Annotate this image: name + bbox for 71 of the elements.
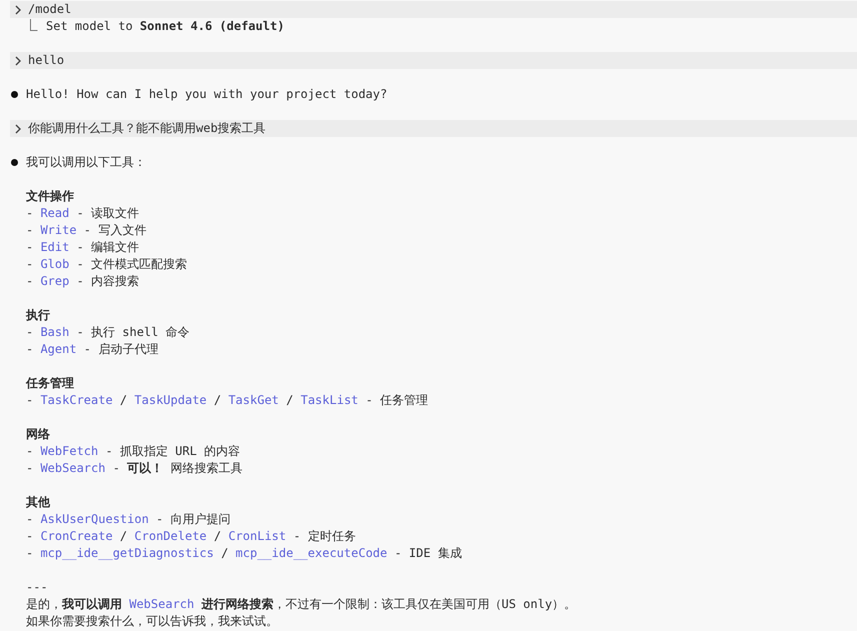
list-text: - xyxy=(26,240,34,254)
list-text: / xyxy=(220,546,230,560)
section-heading: 任务管理 xyxy=(26,375,75,392)
list-text: / xyxy=(118,529,128,543)
section-heading: 其他 xyxy=(26,494,51,511)
tool-name: Edit xyxy=(40,240,70,254)
prompt-text: /model xyxy=(28,1,72,18)
list-text: - xyxy=(26,512,34,526)
tool-name: Write xyxy=(40,223,77,237)
tool-name: TaskGet xyxy=(228,393,279,407)
tool-name: mcp__ide__getDiagnostics xyxy=(40,546,214,560)
chevron-icon xyxy=(14,4,22,14)
tool-name: WebSearch xyxy=(129,597,194,611)
list-text: / xyxy=(285,393,294,407)
section-heading: 网络 xyxy=(26,426,51,443)
closing-paragraph: 是的，我可以调用 WebSearch 进行网络搜索，不过有一个限制：该工具仅在美国可用（US only）。如果你需要搜索什么，可以告诉我，我来试试。 xyxy=(26,596,578,630)
tool-name: TaskUpdate xyxy=(134,393,207,407)
tool-name: TaskCreate xyxy=(40,393,113,407)
list-text: - IDE 集成 xyxy=(393,546,462,560)
prompt-text: 你能调用什么工具？能不能调用web搜索工具 xyxy=(28,120,266,137)
tool-name: mcp__ide__executeCode xyxy=(236,546,388,560)
list-text: - xyxy=(26,274,34,288)
list-text: - 内容搜索 xyxy=(76,274,140,288)
list-text: - xyxy=(26,325,34,339)
list-text: - 抓取指定 URL 的内容 xyxy=(104,444,240,458)
tool-name: TaskList xyxy=(300,393,358,407)
tool-name: Grep xyxy=(40,274,70,288)
list-text: - xyxy=(26,444,34,458)
prompt-text: hello xyxy=(28,52,64,69)
list-text: - xyxy=(26,461,34,475)
list-text: - 编辑文件 xyxy=(76,240,140,254)
reply-text: 我可以调用以下工具： xyxy=(26,154,147,171)
chevron-icon xyxy=(14,124,22,134)
list-text: - xyxy=(26,393,34,407)
tool-name: WebFetch xyxy=(40,444,98,458)
section-heading: 文件操作 xyxy=(26,188,75,205)
tool-name: AskUserQuestion xyxy=(40,512,149,526)
command-result: Set model to Sonnet 4.6 (default) xyxy=(46,18,284,35)
list-text: - xyxy=(26,206,34,220)
list-text: - 启动子代理 xyxy=(82,342,158,356)
list-text: / xyxy=(118,393,128,407)
bullet-icon xyxy=(11,91,18,98)
list-text: - xyxy=(26,529,34,543)
bullet-icon xyxy=(11,159,18,166)
chevron-icon xyxy=(14,56,22,66)
list-text: / xyxy=(212,393,222,407)
list-text: - 向用户提问 xyxy=(155,512,231,526)
list-text: - xyxy=(26,257,34,271)
list-text: - 定时任务 xyxy=(292,529,356,543)
tool-name: CronCreate xyxy=(40,529,113,543)
list-text: - 执行 shell 命令 xyxy=(76,325,190,339)
corner-icon xyxy=(29,19,38,32)
tool-name: Bash xyxy=(40,325,70,339)
list-text: - xyxy=(26,546,34,560)
section-heading: 执行 xyxy=(26,307,51,324)
tool-name: WebSearch xyxy=(40,461,106,475)
tool-name: CronDelete xyxy=(134,529,207,543)
tool-name: CronList xyxy=(228,529,286,543)
tool-name: Agent xyxy=(40,342,77,356)
list-text: - xyxy=(26,223,34,237)
list-text: - 文件模式匹配搜索 xyxy=(76,257,188,271)
list-text: - 任务管理 xyxy=(364,393,428,407)
tool-name: Glob xyxy=(40,257,70,271)
list-text: - xyxy=(26,342,34,356)
list-text: / xyxy=(212,529,222,543)
reply-text: Hello! How can I help you with your project today? xyxy=(26,86,388,103)
list-text: - 写入文件 xyxy=(82,223,146,237)
rule-text: --- xyxy=(26,579,49,596)
tool-name: Read xyxy=(40,206,70,220)
list-text: - 可以！ 网络搜索工具 xyxy=(112,461,242,475)
list-text: - 读取文件 xyxy=(76,206,140,220)
